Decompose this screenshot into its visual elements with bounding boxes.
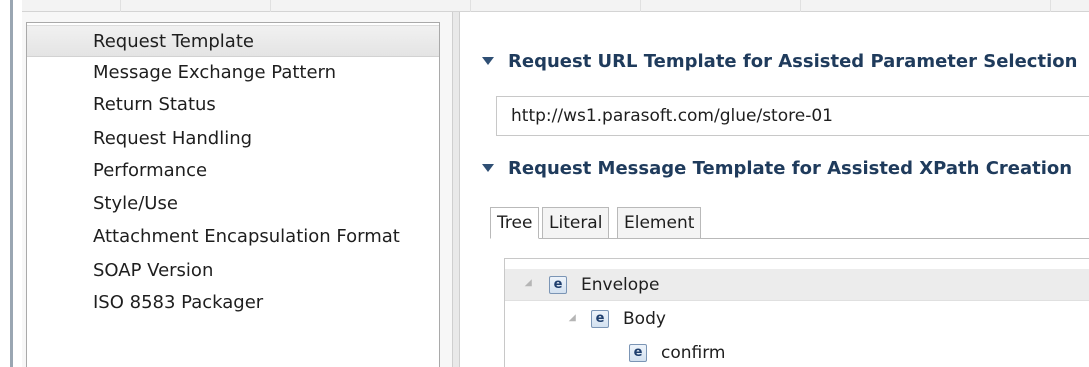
window-left-edge <box>0 0 22 367</box>
url-section-header[interactable]: Request URL Template for Assisted Parame… <box>482 47 1077 75</box>
url-section-title: Request URL Template for Assisted Parame… <box>508 50 1078 72</box>
element-icon: e <box>591 310 609 328</box>
tab-tree[interactable]: Tree <box>490 207 540 239</box>
toolbar-separator <box>470 0 471 12</box>
collapse-triangle-icon[interactable] <box>482 164 494 172</box>
message-section-title: Request Message Template for Assisted XP… <box>508 157 1073 179</box>
xml-tree-view: e Envelope e Body e confirm <box>504 258 1089 367</box>
detail-panel: Request URL Template for Assisted Parame… <box>460 12 1089 367</box>
request-url-input[interactable]: http://ws1.parasoft.com/glue/store-01 <box>496 96 1089 136</box>
category-item-performance[interactable]: Performance <box>27 155 439 187</box>
category-item-iso-8583-packager[interactable]: ISO 8583 Packager <box>27 287 439 319</box>
tree-node-label: Body <box>623 309 666 329</box>
element-icon: e <box>629 344 647 362</box>
message-section-header[interactable]: Request Message Template for Assisted XP… <box>482 154 1072 182</box>
element-icon: e <box>549 275 567 294</box>
tree-node-envelope[interactable]: e Envelope <box>505 269 1089 301</box>
tree-expander-icon[interactable] <box>568 313 580 325</box>
panel-splitter[interactable] <box>452 12 460 367</box>
category-item-request-template[interactable]: Request Template <box>27 25 439 57</box>
collapse-triangle-icon[interactable] <box>482 57 494 65</box>
tab-element[interactable]: Element <box>617 207 702 239</box>
tree-node-label: confirm <box>661 343 726 363</box>
toolbar-separator <box>800 0 801 12</box>
toolbar-separator <box>640 0 641 12</box>
tab-literal[interactable]: Literal <box>542 207 610 239</box>
category-item-attachment-encapsulation-format[interactable]: Attachment Encapsulation Format <box>27 221 439 253</box>
toolbar-separator <box>1050 0 1051 12</box>
category-list: Request Template Message Exchange Patter… <box>26 22 440 367</box>
category-item-request-handling[interactable]: Request Handling <box>27 123 439 155</box>
category-item-return-status[interactable]: Return Status <box>27 89 439 121</box>
tree-node-confirm[interactable]: e confirm <box>505 337 1089 367</box>
tree-node-body[interactable]: e Body <box>505 303 1089 335</box>
top-toolbar-strip <box>0 0 1089 12</box>
toolbar-separator <box>120 0 121 12</box>
category-item-style-use[interactable]: Style/Use <box>27 188 439 220</box>
message-tabs: Tree Literal Element <box>490 207 1089 239</box>
toolbar-separator <box>270 0 271 12</box>
tree-node-label: Envelope <box>581 274 660 295</box>
category-item-message-exchange-pattern[interactable]: Message Exchange Pattern <box>27 57 439 89</box>
tree-expander-icon[interactable] <box>524 279 536 290</box>
edge-bar <box>10 0 13 367</box>
category-item-soap-version[interactable]: SOAP Version <box>27 255 439 287</box>
